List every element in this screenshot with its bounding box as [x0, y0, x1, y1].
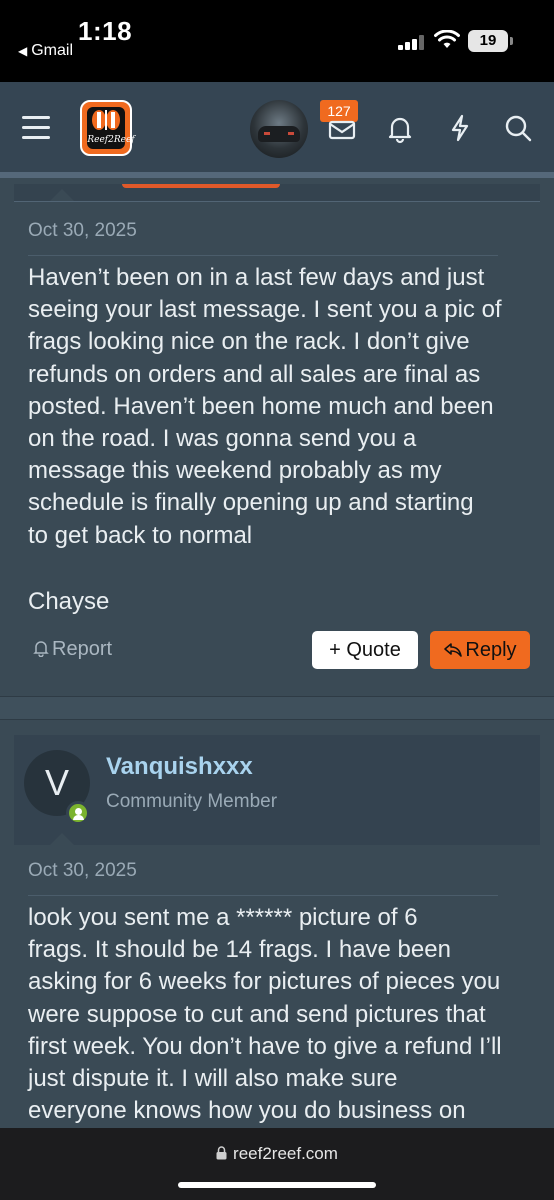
post-date[interactable]: Oct 30, 2025 — [28, 860, 137, 882]
url-field[interactable]: reef2reef.com — [0, 1144, 554, 1164]
author-pointer — [50, 833, 74, 845]
message-line: on the road. I was gonna send you a — [28, 425, 417, 453]
battery-cap — [510, 37, 513, 45]
thread-content: Oct 30, 2025 Haven’t been on in a last f… — [0, 184, 554, 1128]
author-role: Community Member — [106, 791, 278, 812]
message-line: were suppose to cut and send pictures th… — [28, 1000, 486, 1028]
status-bar: 1:18 ◀ Gmail 19 — [0, 0, 554, 82]
back-app-label: Gmail — [31, 42, 74, 59]
message-line: asking for 6 weeks for pictures of piece… — [28, 968, 501, 996]
lock-icon — [216, 1146, 227, 1160]
reply-button[interactable]: Reply — [430, 631, 530, 669]
quote-button[interactable]: + Quote — [312, 631, 418, 669]
message-line: frags looking nice on the rack. I don’t … — [28, 328, 470, 356]
post-message: Haven’t been on in a last few days and j… — [28, 262, 502, 552]
post-author-block: V Vanquishxxx Community Member — [14, 735, 540, 845]
home-indicator[interactable] — [178, 1182, 376, 1188]
clownfish-logo-icon — [92, 110, 120, 130]
avatar-lamp-right — [288, 132, 294, 135]
report-link[interactable]: Report — [32, 638, 112, 661]
site-logo[interactable]: Reef2Reef — [80, 100, 135, 156]
message-line: posted. Haven’t been home much and been — [28, 392, 494, 420]
message-line: message this weekend probably as my — [28, 457, 442, 485]
author-username[interactable]: Vanquishxxx — [106, 753, 253, 781]
message-line: to get back to normal — [28, 521, 253, 549]
author-badge — [122, 184, 280, 188]
report-label: Report — [52, 638, 113, 660]
reply-label: Reply — [465, 639, 517, 661]
site-header: Reef2Reef 127 — [0, 82, 554, 178]
logo-text: Reef2Reef — [87, 135, 135, 145]
logo-emblem: Reef2Reef — [87, 107, 135, 149]
menu-icon[interactable] — [22, 116, 52, 140]
date-divider — [28, 255, 498, 256]
online-status-icon — [66, 801, 90, 825]
url-text: reef2reef.com — [233, 1144, 338, 1163]
status-time: 1:18 — [78, 16, 133, 46]
wifi-icon — [434, 30, 460, 48]
post-author-strip — [14, 184, 540, 202]
message-line: seeing your last message. I sent you a p… — [28, 296, 502, 324]
post-signature: Chayse — [28, 588, 110, 615]
post-separator — [0, 696, 554, 720]
message-line: look you sent me a ****** picture of 6 — [28, 904, 418, 931]
message-line: everyone knows how you do business on — [28, 1097, 466, 1125]
message-line: just dispute it. I will also make sure — [28, 1065, 398, 1093]
user-avatar[interactable] — [250, 100, 308, 158]
author-pointer — [50, 189, 74, 201]
cellular-signal-icon — [398, 34, 426, 50]
reply-arrow-icon — [444, 643, 463, 657]
post-date[interactable]: Oct 30, 2025 — [28, 220, 137, 242]
message-line: Haven’t been on in a last few days and j… — [28, 264, 485, 291]
search-icon[interactable] — [502, 112, 534, 144]
inbox-icon[interactable] — [326, 112, 358, 144]
lightning-icon[interactable] — [444, 112, 476, 144]
message-line: schedule is finally opening up and start… — [28, 489, 474, 517]
message-line: frags. It should be 14 frags. I have bee… — [28, 936, 451, 964]
date-divider — [28, 895, 498, 896]
report-bell-icon — [33, 641, 49, 657]
message-line: first week. You don’t have to give a ref… — [28, 1032, 502, 1060]
post-message: look you sent me a ****** picture of 6 f… — [28, 902, 502, 1127]
back-to-app-link[interactable]: ◀ Gmail — [18, 42, 73, 60]
avatar-lamp-left — [264, 132, 270, 135]
bell-icon[interactable] — [384, 112, 416, 144]
browser-address-bar: reef2reef.com — [0, 1128, 554, 1200]
back-triangle-icon: ◀ — [18, 44, 28, 58]
message-line: refunds on orders and all sales are fina… — [28, 360, 481, 388]
